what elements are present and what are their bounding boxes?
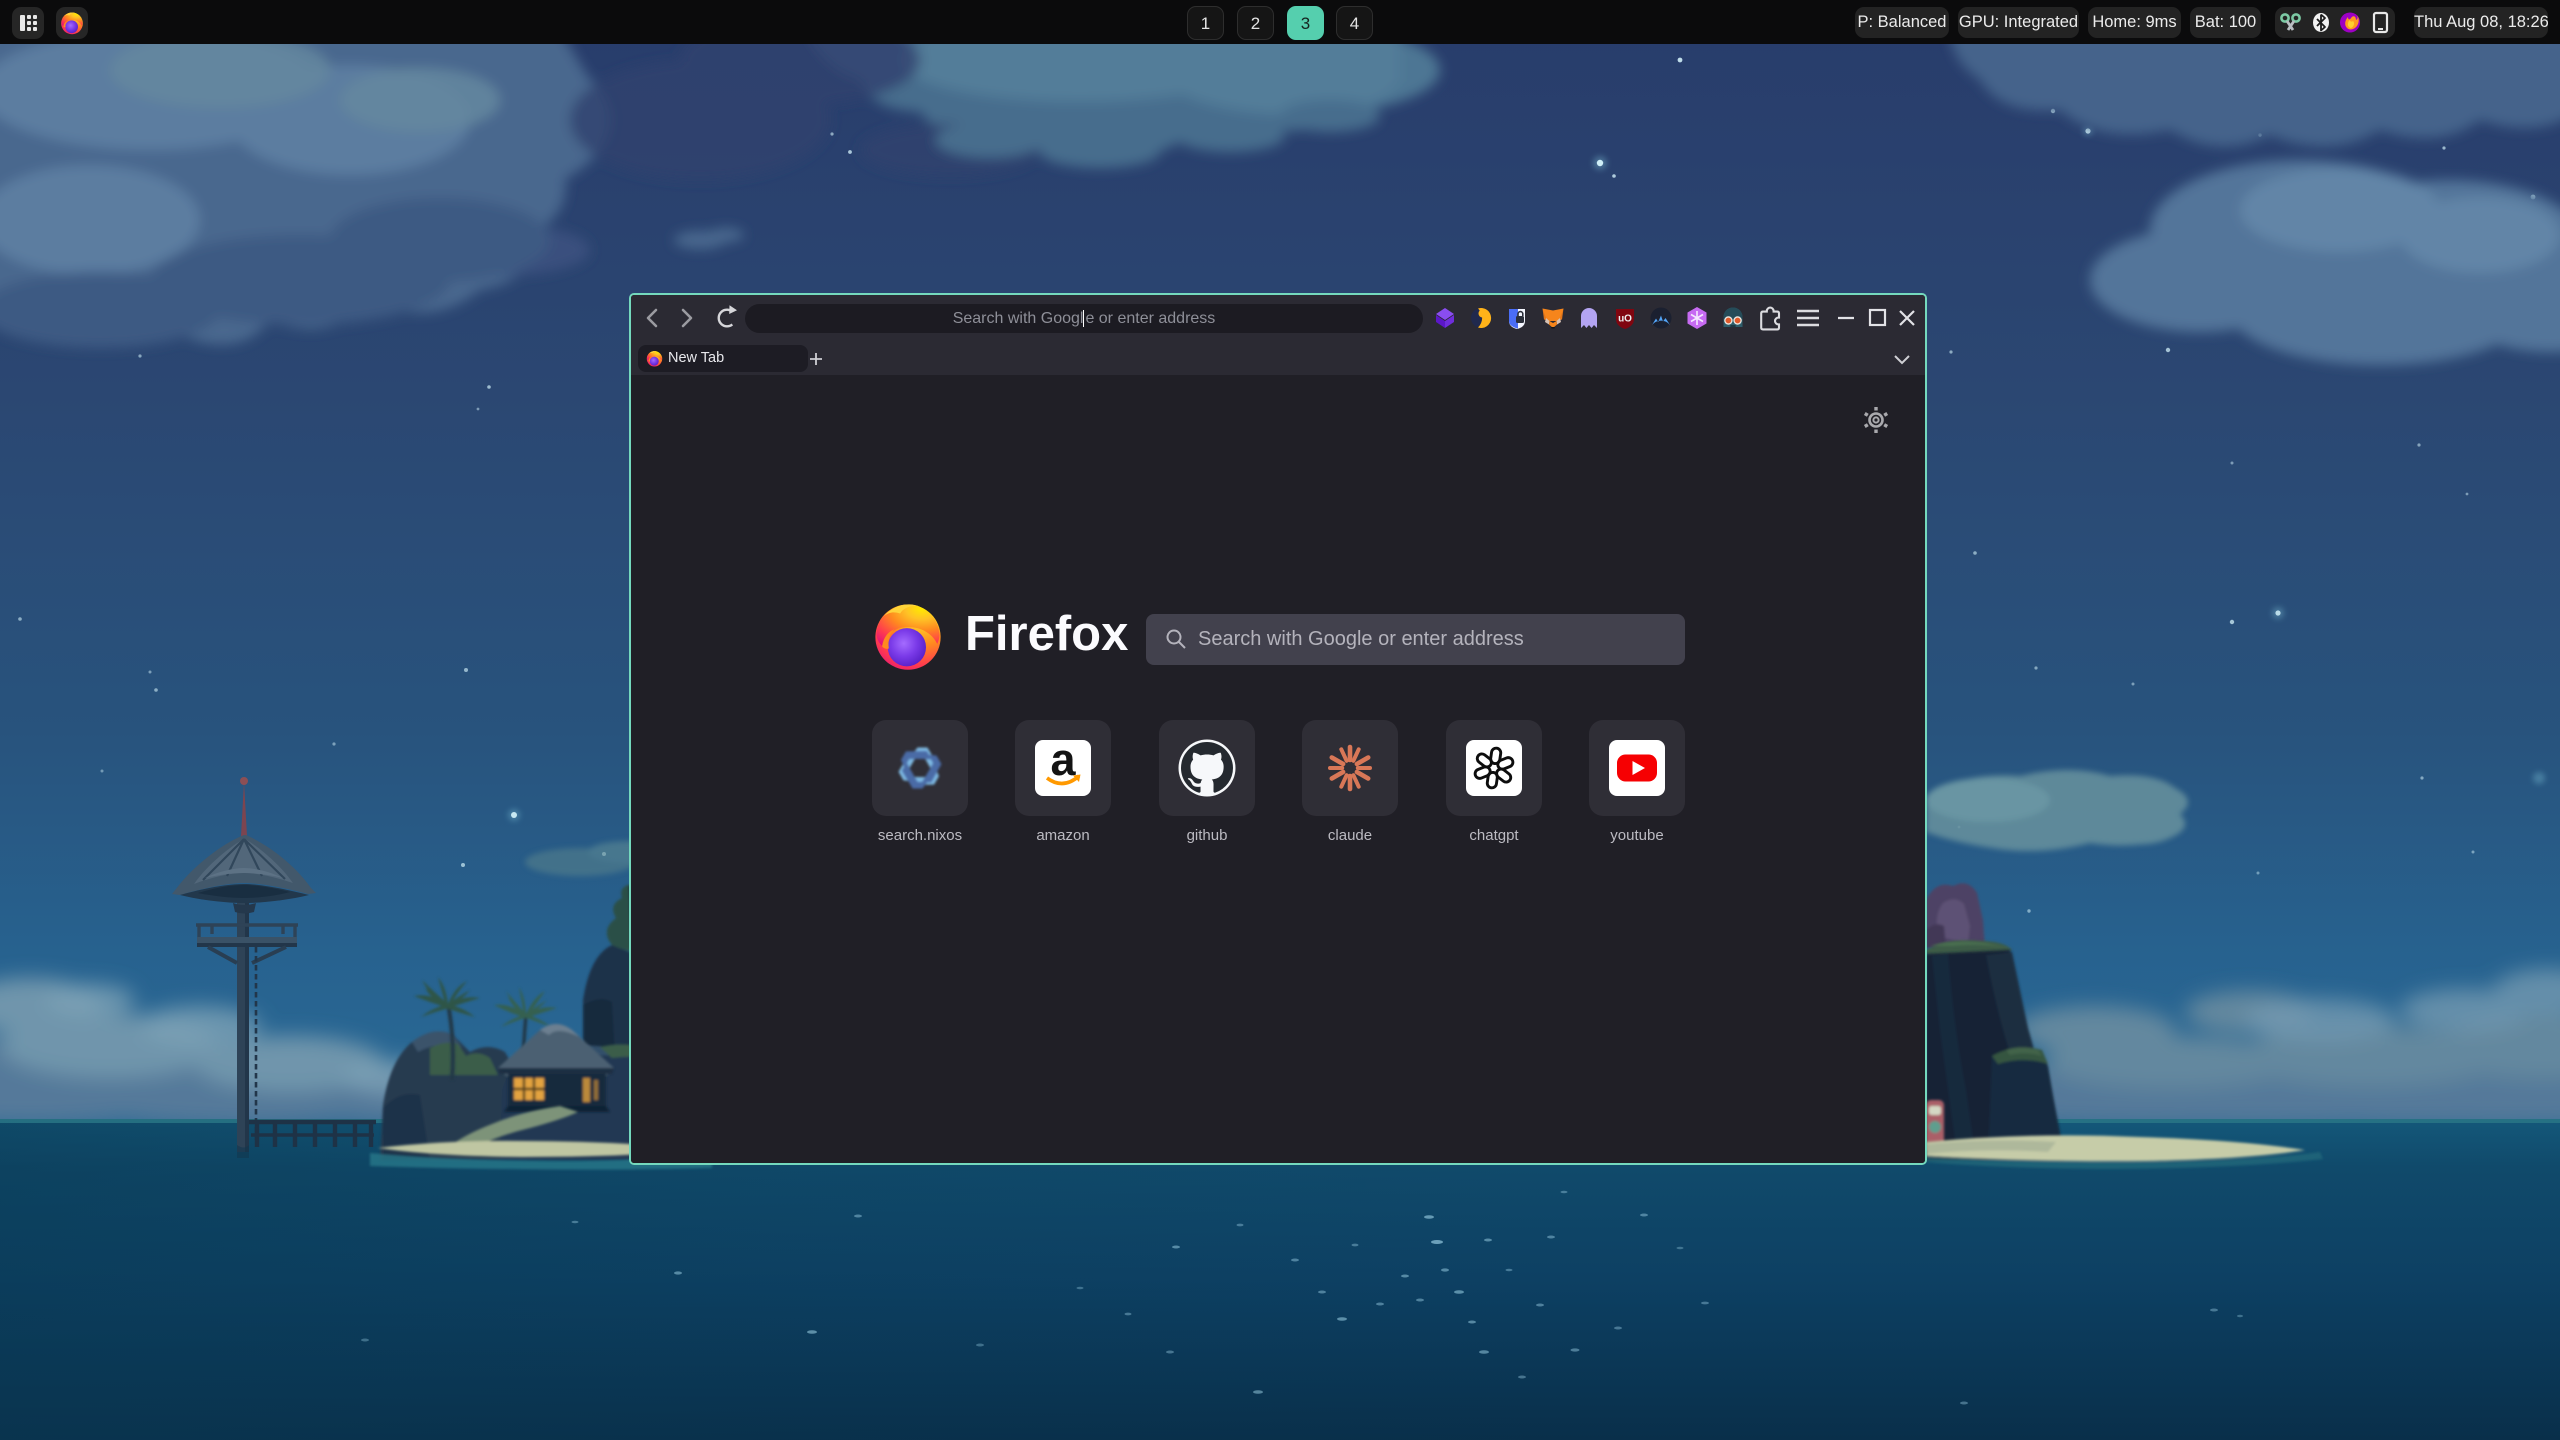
svg-text:uO: uO bbox=[1618, 314, 1632, 325]
